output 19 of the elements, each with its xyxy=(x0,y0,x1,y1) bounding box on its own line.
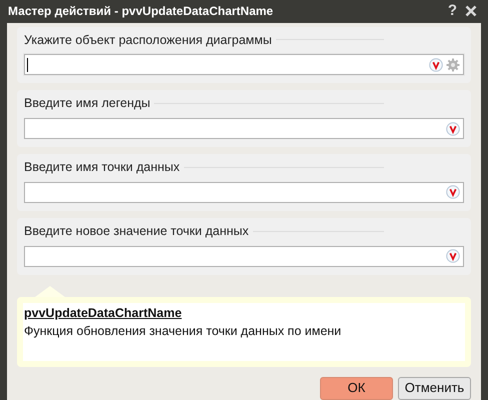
close-icon[interactable] xyxy=(465,5,477,18)
ok-button[interactable]: ОК xyxy=(320,376,393,400)
field-label: Введите имя легенды xyxy=(24,95,150,112)
validate-icon[interactable] xyxy=(446,122,460,136)
help-button[interactable]: ? xyxy=(448,0,457,22)
function-description: Функция обновления значения точки данных по имени xyxy=(24,323,342,340)
field-label: Введите имя точки данных xyxy=(24,159,180,176)
input-field[interactable] xyxy=(24,182,464,203)
field-label: Укажите объект расположения диаграммы xyxy=(24,32,272,49)
input-field[interactable] xyxy=(24,246,464,266)
field-label: Введите новое значение точки данных xyxy=(24,222,249,240)
function-name: pvvUpdateDataChartName xyxy=(24,304,183,322)
validate-icon[interactable] xyxy=(429,58,443,72)
cancel-button[interactable]: Отменить xyxy=(398,376,471,400)
input-field[interactable] xyxy=(24,118,464,139)
input-field[interactable] xyxy=(24,54,464,76)
validate-icon[interactable] xyxy=(446,185,460,200)
window-title: Мастер действий - pvvUpdateDataChartName xyxy=(8,3,274,20)
validate-icon[interactable] xyxy=(446,249,460,263)
